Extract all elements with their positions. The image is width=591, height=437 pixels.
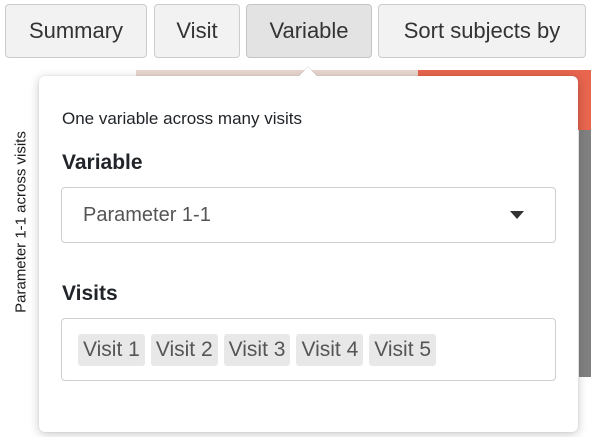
- visit-chip-1[interactable]: Visit 1: [78, 333, 145, 366]
- visit-chip-4[interactable]: Visit 4: [296, 333, 364, 366]
- chevron-down-icon[interactable]: [510, 211, 524, 219]
- sort-subjects-button[interactable]: Sort subjects by: [378, 4, 586, 58]
- variable-label: Variable: [62, 151, 143, 174]
- plot-bar-gray: [579, 130, 591, 377]
- visits-multiselect[interactable]: Visit 1 Visit 2 Visit 3 Visit 4 Visit 5: [61, 318, 556, 381]
- variable-select[interactable]: Parameter 1-1: [61, 187, 556, 243]
- visits-label: Visits: [62, 282, 118, 305]
- variable-button[interactable]: Variable: [246, 4, 372, 58]
- variable-select-value: Parameter 1-1: [83, 203, 211, 226]
- summary-button[interactable]: Summary: [5, 4, 147, 58]
- visit-chip-2[interactable]: Visit 2: [150, 333, 218, 366]
- y-axis-label: Parameter 1-1 across visits: [12, 131, 30, 313]
- visit-button[interactable]: Visit: [154, 4, 240, 58]
- popover-description: One variable across many visits: [62, 109, 302, 128]
- variable-popover: One variable across many visits Variable…: [39, 67, 578, 432]
- visit-chip-5[interactable]: Visit 5: [369, 333, 437, 366]
- app-stage: Parameter 1-1 across visits Summary Visi…: [0, 0, 591, 437]
- toolbar: Summary Visit Variable Sort subjects by: [0, 0, 591, 62]
- popover-arrow: [298, 67, 318, 77]
- visit-chip-3[interactable]: Visit 3: [223, 333, 291, 366]
